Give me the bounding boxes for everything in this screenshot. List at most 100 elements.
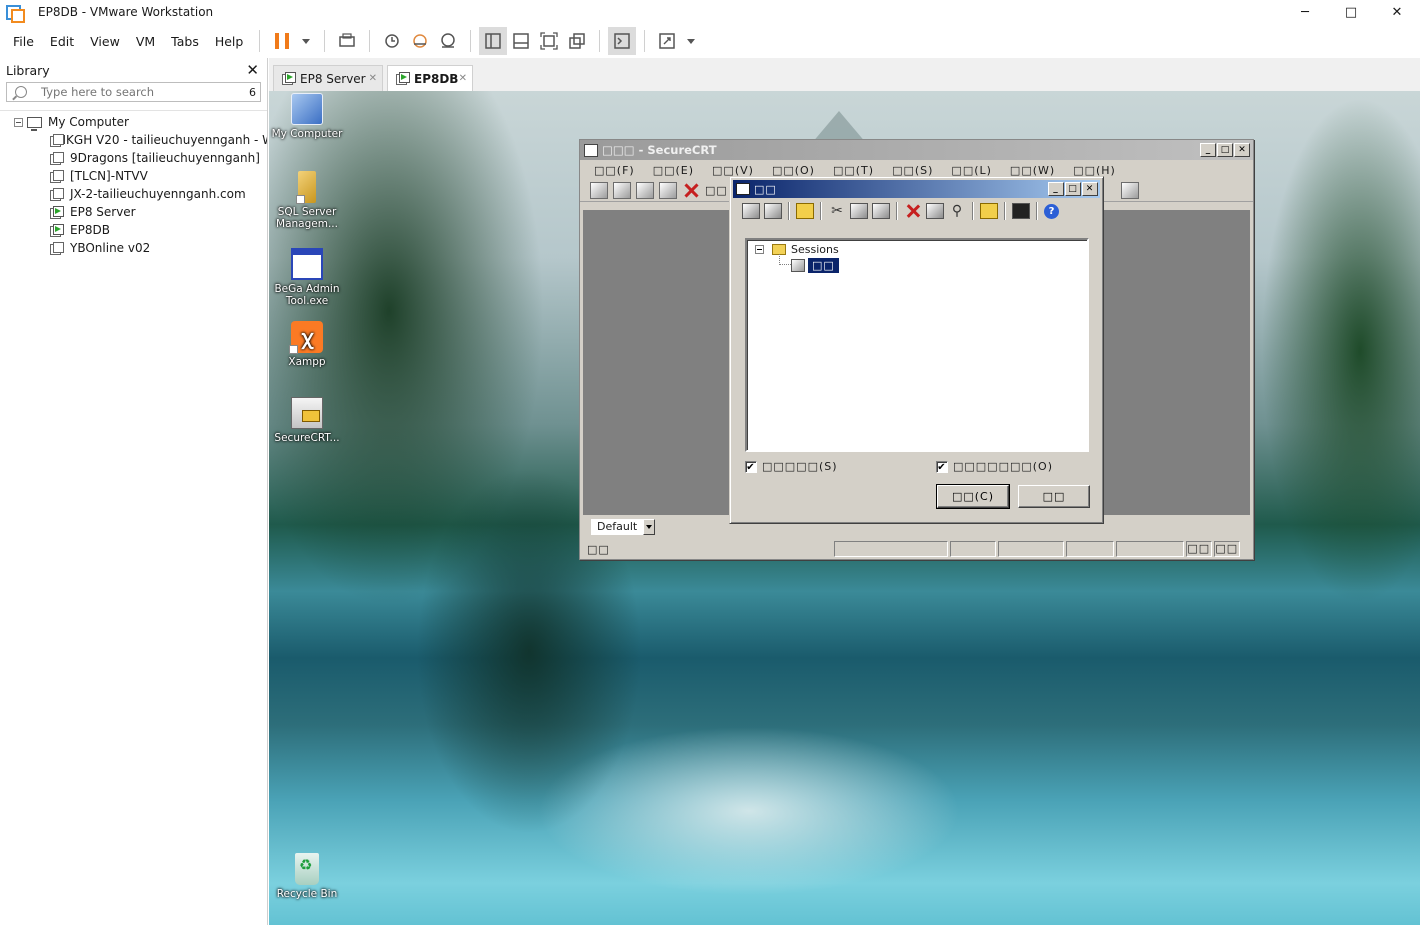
securecrt-menu-view[interactable]: □□(V) bbox=[712, 164, 754, 177]
tree-item-vm[interactable]: 9Dragons [tailieuchuyennganh] bbox=[0, 149, 267, 167]
desktop-shortcut-icon[interactable] bbox=[1012, 203, 1030, 219]
securecrt-minimize-button[interactable]: _ bbox=[1200, 143, 1216, 157]
securecrt-menu-help[interactable]: □□(H) bbox=[1073, 164, 1116, 177]
tab-ep8db[interactable]: EP8DB ✕ bbox=[387, 65, 473, 91]
button-bar-select[interactable]: Default bbox=[591, 519, 655, 535]
desktop-icon-my-computer[interactable]: My Computer bbox=[270, 93, 344, 140]
tree-item-vm[interactable]: EP8 Server bbox=[0, 203, 267, 221]
tree-item-vm[interactable]: EP8DB bbox=[0, 221, 267, 239]
dialog-maximize-button[interactable]: □ bbox=[1065, 182, 1081, 196]
connect-in-tab-icon[interactable] bbox=[636, 182, 654, 199]
paste-icon[interactable] bbox=[872, 203, 890, 219]
library-close-icon[interactable]: ✕ bbox=[246, 61, 259, 79]
tab-ep8-server[interactable]: EP8 Server ✕ bbox=[273, 65, 383, 91]
cut-icon[interactable]: ✂ bbox=[828, 203, 846, 219]
tree-label: [TLCN]-NTVV bbox=[70, 169, 148, 183]
properties-icon[interactable] bbox=[926, 203, 944, 219]
toolbar-options-icon[interactable] bbox=[1121, 182, 1139, 199]
menu-edit[interactable]: Edit bbox=[42, 34, 82, 49]
library-tree: My Computer HKGH V20 - tailieuchuyenngan… bbox=[0, 110, 267, 257]
desktop-icon-sql-server[interactable]: SQL Server Managem... bbox=[270, 171, 344, 230]
quick-connect-icon[interactable] bbox=[613, 182, 631, 199]
connect-icon[interactable] bbox=[590, 182, 608, 199]
new-folder-icon[interactable] bbox=[980, 203, 998, 219]
power-dropdown-icon[interactable] bbox=[302, 38, 311, 44]
dialog-minimize-button[interactable]: _ bbox=[1048, 182, 1064, 196]
menu-tabs[interactable]: Tabs bbox=[163, 34, 207, 49]
maximize-button[interactable]: □ bbox=[1328, 0, 1374, 24]
minimize-button[interactable]: ─ bbox=[1282, 0, 1328, 24]
menu-view[interactable]: View bbox=[82, 34, 128, 49]
help-icon[interactable]: ? bbox=[1044, 203, 1059, 219]
disconnect-icon[interactable] bbox=[682, 182, 700, 199]
checkbox-checked-icon[interactable]: ✔ bbox=[936, 460, 948, 473]
close-dialog-button[interactable]: □□ bbox=[1018, 485, 1090, 508]
securecrt-menu-transfer[interactable]: □□(T) bbox=[833, 164, 874, 177]
tree-item-vm[interactable]: YBOnline v02 bbox=[0, 239, 267, 257]
securecrt-menu-file[interactable]: □□(F) bbox=[594, 164, 635, 177]
checkbox-checked-icon[interactable]: ✔ bbox=[745, 460, 757, 473]
connect-tab-icon[interactable] bbox=[764, 203, 782, 219]
tab-close-icon[interactable]: ✕ bbox=[459, 73, 467, 84]
take-snapshot-button[interactable] bbox=[378, 27, 406, 55]
menu-vm[interactable]: VM bbox=[128, 34, 163, 49]
stretch-guest-button[interactable] bbox=[653, 27, 681, 55]
delete-icon[interactable] bbox=[904, 203, 922, 219]
connect-session-icon[interactable] bbox=[742, 203, 760, 219]
securecrt-status-bar: □□ □□ □□ bbox=[583, 540, 1250, 558]
connect-button[interactable]: □□(C) bbox=[936, 484, 1010, 509]
desktop-icon-recycle-bin[interactable]: Recycle Bin bbox=[270, 853, 344, 900]
unity-button[interactable] bbox=[563, 27, 591, 55]
toolbar-separator bbox=[788, 202, 790, 220]
open-in-tab-checkbox[interactable]: ✔ □□□□□□□(O) bbox=[936, 460, 1053, 473]
find-icon[interactable]: ⚲ bbox=[948, 203, 966, 219]
tree-root-my-computer[interactable]: My Computer bbox=[0, 113, 267, 131]
status-cell bbox=[1115, 541, 1184, 557]
securecrt-menu-script[interactable]: □□(S) bbox=[892, 164, 933, 177]
snapshot-manager-button[interactable] bbox=[434, 27, 462, 55]
library-header: Library ✕ bbox=[0, 58, 267, 82]
collapse-icon[interactable] bbox=[755, 245, 764, 254]
tree-node-sessions[interactable]: Sessions bbox=[755, 243, 839, 256]
menu-help[interactable]: Help bbox=[207, 34, 252, 49]
show-dialog-on-startup-checkbox[interactable]: ✔ □□□□□(S) bbox=[745, 460, 838, 473]
search-input[interactable] bbox=[41, 85, 231, 99]
dialog-close-button[interactable]: ✕ bbox=[1082, 182, 1098, 196]
desktop-icon-xampp[interactable]: ꭓ Xampp bbox=[270, 321, 344, 368]
securecrt-menu-window[interactable]: □□(W) bbox=[1010, 164, 1055, 177]
send-ctrl-alt-del-button[interactable] bbox=[333, 27, 361, 55]
tree-item-vm[interactable]: [TLCN]-NTVV bbox=[0, 167, 267, 185]
tree-node-session[interactable]: □□ bbox=[791, 258, 839, 273]
full-screen-button[interactable] bbox=[535, 27, 563, 55]
show-thumbnail-bar-button[interactable] bbox=[507, 27, 535, 55]
securecrt-menu-tools[interactable]: □□(L) bbox=[951, 164, 992, 177]
reconnect-icon[interactable] bbox=[659, 182, 677, 199]
securecrt-app-icon bbox=[584, 143, 598, 157]
tree-item-vm[interactable]: JX-2-tailieuchuyennganh.com bbox=[0, 185, 267, 203]
revert-snapshot-button[interactable] bbox=[406, 27, 434, 55]
securecrt-menu-options[interactable]: □□(O) bbox=[772, 164, 815, 177]
vm-running-icon bbox=[50, 205, 64, 219]
securecrt-menu-edit[interactable]: □□(E) bbox=[653, 164, 694, 177]
suspend-button[interactable] bbox=[268, 27, 296, 55]
session-icon bbox=[791, 259, 805, 272]
session-tree[interactable]: Sessions □□ bbox=[745, 238, 1089, 452]
tab-close-icon[interactable]: ✕ bbox=[369, 73, 377, 84]
desktop-icon-securecrt[interactable]: SecureCRT... bbox=[270, 397, 344, 444]
copy-icon[interactable] bbox=[850, 203, 868, 219]
toolbar-text: □□ bbox=[705, 184, 728, 197]
collapse-icon[interactable] bbox=[14, 117, 23, 127]
toolbar-separator bbox=[1036, 202, 1038, 220]
menu-file[interactable]: File bbox=[5, 34, 42, 49]
show-library-button[interactable] bbox=[479, 27, 508, 55]
securecrt-close-button[interactable]: ✕ bbox=[1234, 143, 1250, 157]
dialog-title: □□ bbox=[754, 182, 777, 196]
desktop-icon-bega-admin[interactable]: BeGa Admin Tool.exe bbox=[270, 248, 344, 307]
stretch-dropdown-icon[interactable] bbox=[687, 38, 696, 44]
search-dropdown[interactable]: 6 bbox=[249, 86, 256, 99]
securecrt-maximize-button[interactable]: □ bbox=[1217, 143, 1233, 157]
tree-item-vm[interactable]: HKGH V20 - tailieuchuyennganh - W bbox=[0, 131, 267, 149]
console-view-button[interactable] bbox=[608, 27, 637, 55]
new-session-icon[interactable] bbox=[796, 203, 814, 219]
close-button[interactable]: ✕ bbox=[1374, 0, 1420, 24]
